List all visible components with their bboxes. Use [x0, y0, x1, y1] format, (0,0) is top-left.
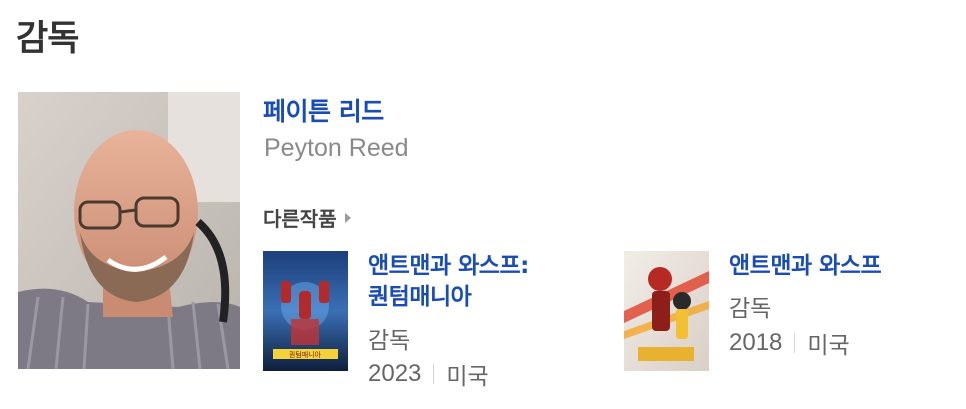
- other-works-label: 다른작품: [263, 207, 337, 231]
- work-item: 앤트맨과 와스프 감독 2018 미국: [624, 251, 954, 391]
- work-item: 퀀텀매니아 앤트맨과 와스프: 퀀텀매니아 감독 2023 미국: [263, 251, 593, 391]
- divider: [433, 364, 435, 384]
- work-title-line: 퀀텀매니아: [368, 284, 472, 310]
- section-title: 감독: [16, 19, 79, 59]
- movie-poster[interactable]: [624, 251, 709, 371]
- work-title[interactable]: 앤트맨과 와스프: 퀀텀매니아: [368, 251, 529, 313]
- divider: [794, 333, 796, 353]
- work-role: 감독: [729, 296, 772, 322]
- director-name-english: Peyton Reed: [264, 134, 409, 162]
- svg-text:퀀텀매니아: 퀀텀매니아: [289, 350, 322, 359]
- work-title-line: 앤트맨과 와스프: [729, 253, 882, 279]
- work-meta: 2023 미국: [368, 357, 489, 391]
- work-title[interactable]: 앤트맨과 와스프: [729, 251, 882, 282]
- chevron-right-icon: [344, 212, 351, 223]
- work-year: 2023: [368, 360, 422, 387]
- work-year: 2018: [729, 329, 783, 356]
- director-photo[interactable]: [18, 92, 240, 369]
- movie-poster[interactable]: 퀀텀매니아: [263, 251, 348, 371]
- work-role: 감독: [368, 328, 411, 354]
- work-meta: 2018 미국: [729, 326, 850, 360]
- director-section: 감독 페이튼 리드 Peyton Reed 다른작품 퀀텀매니아 앤트맨과 와스…: [0, 0, 966, 409]
- work-country: 미국: [446, 364, 489, 390]
- work-title-line: 앤트맨과 와스프:: [368, 253, 529, 279]
- director-name-korean[interactable]: 페이튼 리드: [263, 92, 384, 128]
- work-country: 미국: [807, 333, 850, 359]
- other-works-link[interactable]: 다른작품: [263, 203, 351, 232]
